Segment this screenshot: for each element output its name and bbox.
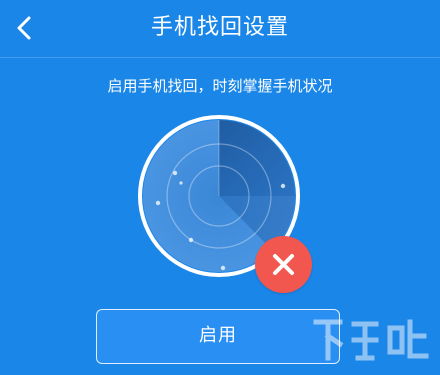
disabled-status-badge bbox=[255, 236, 312, 293]
radar-sweep bbox=[219, 120, 295, 196]
subtitle-text: 启用手机找回，时刻掌握手机状况 bbox=[107, 77, 333, 95]
header-divider bbox=[0, 57, 440, 58]
enable-button[interactable]: 启用 bbox=[96, 309, 340, 364]
close-icon bbox=[273, 254, 294, 275]
app-header: 手机找回设置 bbox=[0, 0, 440, 55]
page-title: 手机找回设置 bbox=[150, 15, 289, 40]
